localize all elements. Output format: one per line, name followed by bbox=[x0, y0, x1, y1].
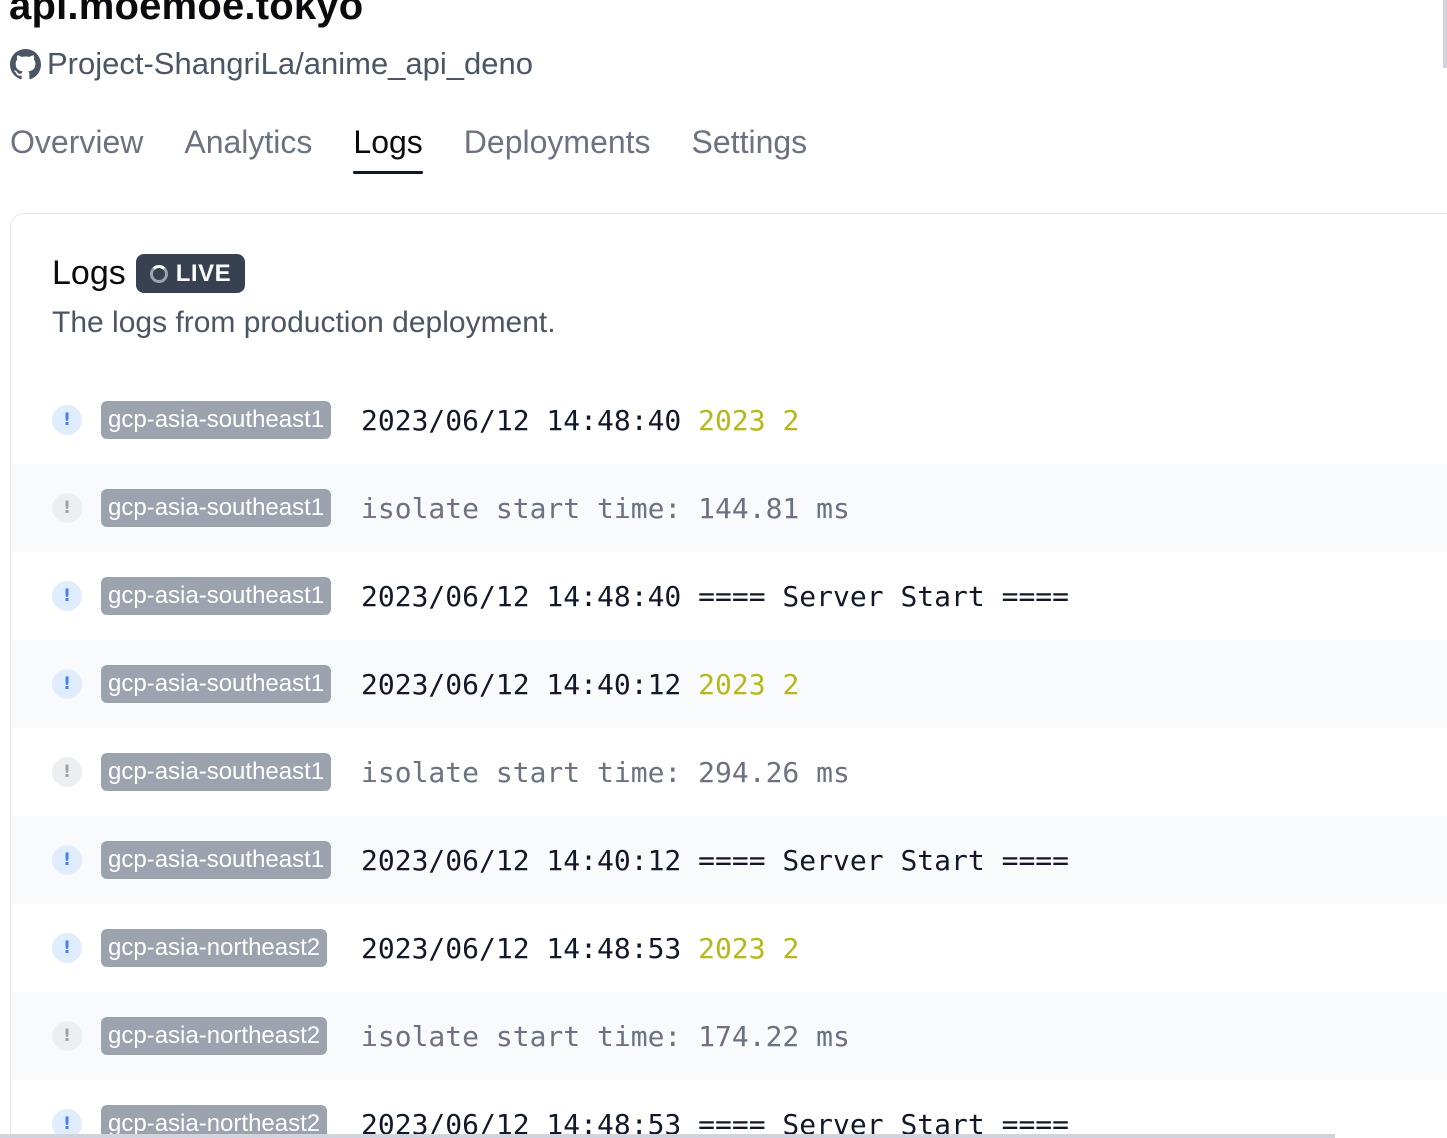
spinner-icon bbox=[149, 264, 168, 283]
log-message: 2023/06/12 14:40:12 2023 2 bbox=[361, 667, 800, 701]
project-title: api.moemoe.tokyo bbox=[9, 0, 364, 28]
log-row[interactable]: ! gcp-asia-southeast1 isolate start time… bbox=[11, 728, 1447, 816]
debug-icon: ! bbox=[52, 757, 82, 787]
tab-settings[interactable]: Settings bbox=[692, 118, 808, 172]
debug-icon: ! bbox=[52, 1021, 82, 1051]
log-list: ! gcp-asia-southeast1 2023/06/12 14:48:4… bbox=[11, 376, 1447, 1138]
log-highlight: 2023 2 bbox=[698, 931, 800, 965]
tab-analytics[interactable]: Analytics bbox=[184, 118, 312, 172]
log-row[interactable]: ! gcp-asia-southeast1 2023/06/12 14:40:1… bbox=[11, 640, 1447, 728]
log-message: isolate start time: 144.81 ms bbox=[361, 491, 850, 525]
info-icon: ! bbox=[52, 933, 82, 963]
repo-name: Project-ShangriLa/anime_api_deno bbox=[47, 46, 533, 81]
debug-icon: ! bbox=[52, 493, 82, 523]
region-badge: gcp-asia-northeast2 bbox=[101, 1017, 328, 1055]
tab-deployments[interactable]: Deployments bbox=[464, 118, 651, 172]
log-highlight: 2023 2 bbox=[698, 403, 800, 437]
log-message: isolate start time: 174.22 ms bbox=[361, 1019, 850, 1053]
region-badge: gcp-asia-southeast1 bbox=[101, 401, 332, 439]
project-logs-page: api.moemoe.tokyo Project-ShangriLa/anime… bbox=[0, 0, 1447, 1138]
region-badge: gcp-asia-southeast1 bbox=[101, 489, 332, 527]
log-message: 2023/06/12 14:40:12 ==== Server Start ==… bbox=[361, 843, 1070, 877]
logs-title: Logs bbox=[52, 254, 126, 292]
log-row[interactable]: ! gcp-asia-southeast1 2023/06/12 14:48:4… bbox=[11, 552, 1447, 640]
info-icon: ! bbox=[52, 669, 82, 699]
info-icon: ! bbox=[52, 405, 82, 435]
region-badge: gcp-asia-northeast2 bbox=[101, 929, 328, 967]
log-row[interactable]: ! gcp-asia-northeast2 isolate start time… bbox=[11, 992, 1447, 1080]
region-badge: gcp-asia-southeast1 bbox=[101, 665, 332, 703]
tab-logs[interactable]: Logs bbox=[353, 118, 424, 174]
log-row[interactable]: ! gcp-asia-northeast2 2023/06/12 14:48:5… bbox=[11, 904, 1447, 992]
log-row[interactable]: ! gcp-asia-southeast1 isolate start time… bbox=[11, 464, 1447, 552]
horizontal-scrollbar[interactable] bbox=[0, 1134, 1335, 1138]
logs-subtitle: The logs from production deployment. bbox=[52, 306, 556, 339]
vertical-scrollbar[interactable] bbox=[1443, 0, 1447, 68]
live-label: LIVE bbox=[175, 259, 232, 287]
log-row[interactable]: ! gcp-asia-northeast2 2023/06/12 14:48:5… bbox=[11, 1080, 1447, 1138]
repo-link[interactable]: Project-ShangriLa/anime_api_deno bbox=[10, 46, 533, 82]
region-badge: gcp-asia-southeast1 bbox=[101, 577, 332, 615]
live-badge: LIVE bbox=[135, 254, 246, 293]
project-tabs: Overview Analytics Logs Deployments Sett… bbox=[10, 118, 807, 174]
logs-card: Logs LIVE The logs from production deplo… bbox=[10, 213, 1447, 1138]
logs-card-header: Logs LIVE bbox=[52, 254, 246, 293]
region-badge: gcp-asia-southeast1 bbox=[101, 753, 332, 791]
region-badge: gcp-asia-southeast1 bbox=[101, 841, 332, 879]
log-message: 2023/06/12 14:48:40 2023 2 bbox=[361, 403, 800, 437]
log-highlight: 2023 2 bbox=[698, 667, 800, 701]
tab-overview[interactable]: Overview bbox=[10, 118, 143, 172]
log-message: isolate start time: 294.26 ms bbox=[361, 755, 850, 789]
github-icon bbox=[10, 48, 41, 79]
log-row[interactable]: ! gcp-asia-southeast1 2023/06/12 14:48:4… bbox=[11, 376, 1447, 464]
log-message: 2023/06/12 14:48:40 ==== Server Start ==… bbox=[361, 579, 1070, 613]
log-message: 2023/06/12 14:48:53 2023 2 bbox=[361, 931, 800, 965]
info-icon: ! bbox=[52, 581, 82, 611]
log-row[interactable]: ! gcp-asia-southeast1 2023/06/12 14:40:1… bbox=[11, 816, 1447, 904]
info-icon: ! bbox=[52, 845, 82, 875]
